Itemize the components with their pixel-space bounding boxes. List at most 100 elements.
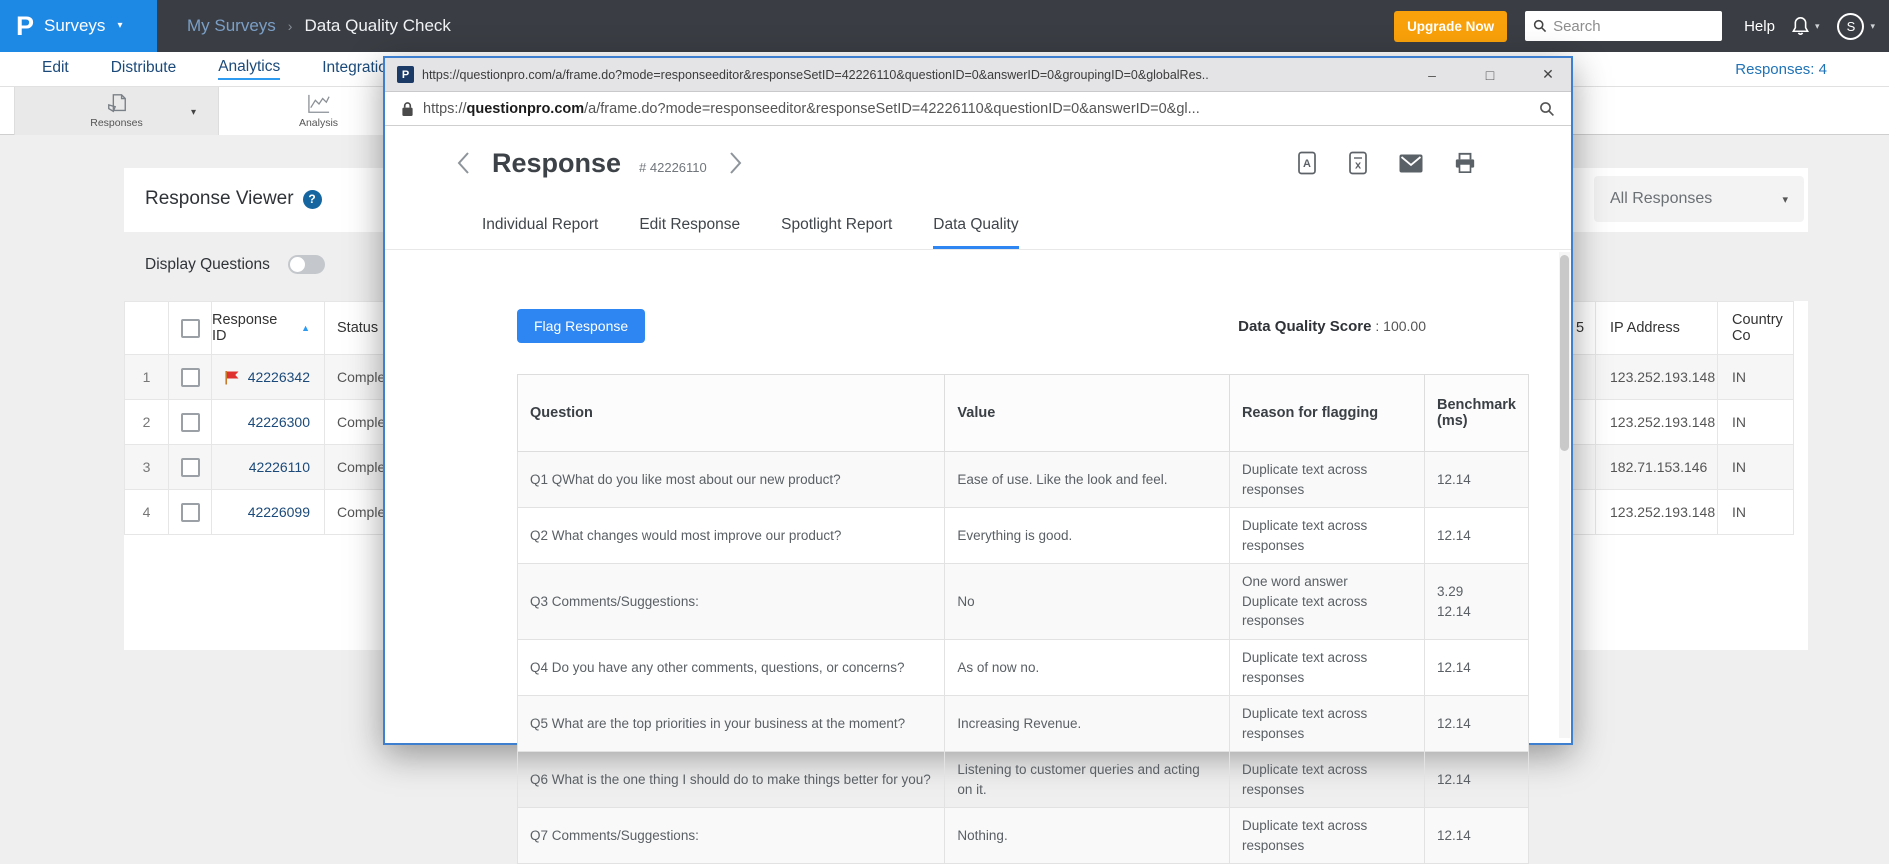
help-question-icon[interactable]: ? <box>303 190 322 209</box>
question-cell: Q1 QWhat do you like most about our new … <box>518 452 945 508</box>
chevron-down-icon[interactable]: ▾ <box>191 107 196 118</box>
benchmark-line: 12.14 <box>1437 602 1516 622</box>
address-bar[interactable]: https://questionpro.com/a/frame.do?mode=… <box>385 92 1571 126</box>
ip-cell: 182.71.153.146 <box>1596 445 1718 489</box>
response-id-link[interactable]: 42226300 <box>248 414 310 430</box>
value-cell: Ease of use. Like the look and feel. <box>945 452 1230 508</box>
tab-edit-response[interactable]: Edit Response <box>639 216 740 249</box>
subnav-item-edit[interactable]: Edit <box>42 59 69 79</box>
responses-count: Responses: 4 <box>1735 61 1827 78</box>
account-menu[interactable]: S ▾ <box>1837 13 1875 40</box>
reason-header: Reason for flagging <box>1229 375 1424 452</box>
display-questions-toggle[interactable] <box>288 255 325 274</box>
bell-icon <box>1791 16 1810 37</box>
maximize-button[interactable]: □ <box>1479 67 1501 83</box>
reason-cell: Duplicate text across responses <box>1229 452 1424 508</box>
all-responses-dropdown[interactable]: All Responses ▾ <box>1594 176 1804 222</box>
data-quality-table: Question Value Reason for flagging Bench… <box>517 374 1529 864</box>
app-logo-box[interactable]: P Surveys ▾ <box>0 0 157 52</box>
subnav-item-analytics[interactable]: Analytics <box>218 58 280 80</box>
row-checkbox[interactable] <box>181 458 200 477</box>
question-cell: Q7 Comments/Suggestions: <box>518 808 945 864</box>
scrollbar[interactable] <box>1559 252 1570 738</box>
lock-icon <box>401 101 414 117</box>
tab-data-quality[interactable]: Data Quality <box>933 216 1018 249</box>
value-cell: No <box>945 564 1230 640</box>
value-cell: Listening to customer queries and acting… <box>945 752 1230 808</box>
next-response-icon[interactable] <box>729 151 742 175</box>
data-quality-score: Data Quality Score : 100.00 <box>1238 318 1426 335</box>
svg-text:A: A <box>1303 158 1311 170</box>
question-cell: Q2 What changes would most improve our p… <box>518 508 945 564</box>
tab-spotlight-report[interactable]: Spotlight Report <box>781 216 892 249</box>
table-header-row: 5 IP Address Country Co <box>1540 301 1794 355</box>
close-button[interactable]: ✕ <box>1537 66 1559 83</box>
flag-response-button[interactable]: Flag Response <box>517 309 645 343</box>
scrollbar-thumb[interactable] <box>1560 255 1569 451</box>
question-header: Question <box>518 375 945 452</box>
print-icon[interactable] <box>1454 152 1476 174</box>
excel-export-icon[interactable]: x <box>1348 151 1368 175</box>
table-row: 123.252.193.148 IN <box>1540 490 1794 535</box>
pdf-export-icon[interactable]: A <box>1297 151 1317 175</box>
upgrade-now-button[interactable]: Upgrade Now <box>1394 11 1507 42</box>
reason-cell: Duplicate text across responses <box>1229 752 1424 808</box>
analysis-chart-icon <box>306 93 332 115</box>
ip-cell: 123.252.193.148 <box>1596 400 1718 444</box>
export-actions: A x <box>1297 151 1476 175</box>
sort-ascending-icon: ▲ <box>301 323 310 333</box>
display-questions-label: Display Questions <box>145 256 270 274</box>
toolbar-tab-label: Analysis <box>299 117 338 129</box>
response-id-header[interactable]: Response ID▲ <box>212 302 325 354</box>
product-switcher-label: Surveys <box>44 16 105 36</box>
country-code-header[interactable]: Country Co <box>1718 302 1794 354</box>
table-row: Q7 Comments/Suggestions: Nothing. Duplic… <box>518 808 1529 864</box>
ip-cell: 123.252.193.148 <box>1596 355 1718 399</box>
response-id-link[interactable]: 42226110 <box>249 459 310 475</box>
ip-cell: 123.252.193.148 <box>1596 490 1718 534</box>
table-row: 182.71.153.146 IN <box>1540 445 1794 490</box>
reason-cell: Duplicate text across responses <box>1229 808 1424 864</box>
row-select-cell <box>169 400 212 444</box>
email-icon[interactable] <box>1399 154 1423 173</box>
response-id-link[interactable]: 42226099 <box>248 504 310 520</box>
minimize-button[interactable]: – <box>1421 67 1443 83</box>
chevron-down-icon: ▾ <box>1782 193 1788 206</box>
window-titlebar[interactable]: P https://questionpro.com/a/frame.do?mod… <box>385 58 1571 92</box>
chevron-down-icon: ▾ <box>1815 22 1820 31</box>
row-select-cell <box>169 490 212 534</box>
ip-address-header[interactable]: IP Address <box>1596 302 1718 354</box>
toolbar-tab-responses[interactable]: Responses ▾ <box>14 87 219 135</box>
value-cell: Everything is good. <box>945 508 1230 564</box>
global-search[interactable] <box>1525 11 1722 41</box>
select-all-checkbox[interactable] <box>181 319 200 338</box>
row-number: 1 <box>124 355 169 399</box>
response-title: Response <box>492 148 621 179</box>
chevron-down-icon: ▾ <box>1870 22 1875 31</box>
toggle-knob <box>290 257 305 272</box>
subnav-item-distribute[interactable]: Distribute <box>111 59 176 79</box>
breadcrumb-separator-icon: › <box>288 18 293 34</box>
response-id-cell: 42226300 <box>212 400 325 444</box>
row-checkbox[interactable] <box>181 413 200 432</box>
table-row: Q1 QWhat do you like most about our new … <box>518 452 1529 508</box>
page-title: Response Viewer <box>145 188 294 210</box>
help-link[interactable]: Help <box>1744 18 1775 35</box>
previous-response-icon[interactable] <box>457 151 470 175</box>
notifications-menu[interactable]: ▾ <box>1791 16 1820 37</box>
questionpro-favicon-icon: P <box>397 66 414 83</box>
country-cell: IN <box>1718 445 1794 489</box>
row-number: 2 <box>124 400 169 444</box>
row-checkbox[interactable] <box>181 368 200 387</box>
response-id-link[interactable]: 42226342 <box>248 369 310 385</box>
search-input[interactable] <box>1553 18 1703 35</box>
response-editor-window: P https://questionpro.com/a/frame.do?mod… <box>383 56 1573 745</box>
response-id-cell: 42226342 <box>212 355 325 399</box>
breadcrumb-my-surveys[interactable]: My Surveys <box>187 16 276 36</box>
reason-cell: Duplicate text across responses <box>1229 696 1424 752</box>
zoom-icon[interactable] <box>1539 101 1555 117</box>
benchmark-header: Benchmark (ms) <box>1425 375 1529 452</box>
tab-individual-report[interactable]: Individual Report <box>482 216 598 249</box>
row-checkbox[interactable] <box>181 503 200 522</box>
country-cell: IN <box>1718 355 1794 399</box>
